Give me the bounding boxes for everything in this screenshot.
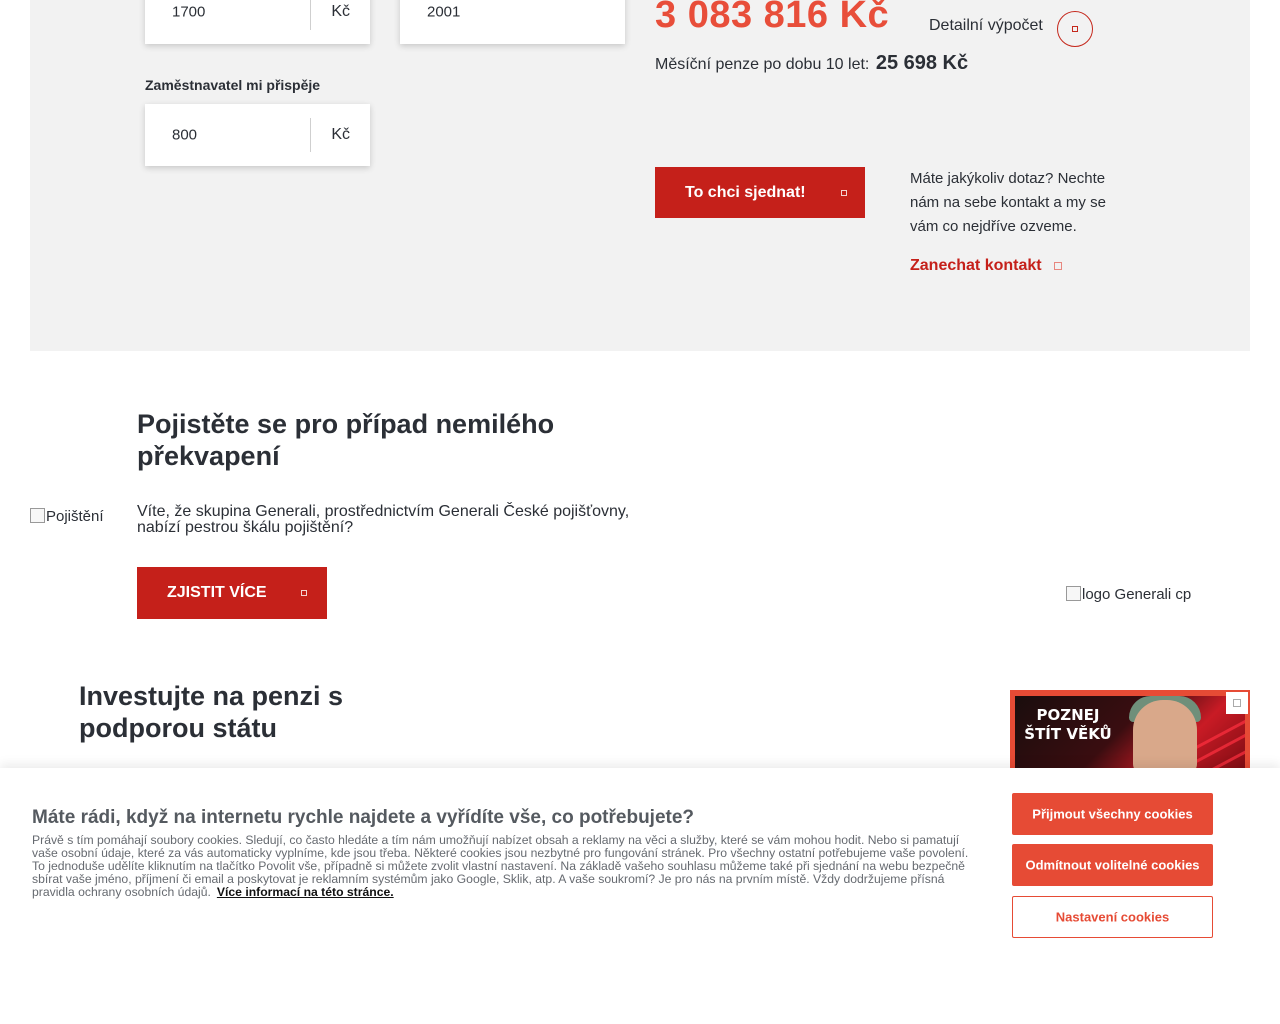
broken-image-icon (1066, 586, 1081, 601)
cookie-description: Právě s tím pomáhají soubory cookies. Sl… (32, 834, 972, 899)
reject-optional-cookies-label: Odmítnout volitelné cookies (1025, 857, 1200, 873)
cookie-settings-label: Nastavení cookies (1055, 909, 1170, 925)
arrow-icon (301, 590, 307, 596)
cookie-consent-bar: Máte rádi, když na internetu rychle najd… (0, 768, 1280, 1024)
birth-year-field[interactable]: 2001 (400, 0, 625, 44)
detail-calculation-button[interactable] (1057, 11, 1093, 47)
promo-text: POZNEJ ŠTÍT VĚKŮ (1024, 706, 1112, 743)
arrow-icon (841, 189, 847, 196)
cookie-text: Právě s tím pomáhají soubory cookies. Sl… (32, 833, 969, 899)
my-contribution-value: 1700 (172, 3, 206, 21)
sign-up-button-label: To chci sjednat! (685, 183, 806, 201)
field-divider (310, 0, 311, 30)
insurance-heading: Pojistěte se pro případ nemilého překvap… (137, 409, 555, 471)
insurance-image-alt: Pojištění (46, 508, 104, 525)
close-icon (1233, 699, 1241, 707)
learn-more-button-label: ZJISTIT VÍCE (167, 584, 267, 601)
investment-heading: Investujte na penzi s podporou státu (79, 681, 344, 743)
sign-up-button[interactable]: To chci sjednat! (655, 167, 865, 218)
insurance-description: Víte, že skupina Generali, prostřednictv… (137, 503, 630, 536)
currency-unit: Kč (331, 3, 350, 20)
birth-year-value: 2001 (427, 3, 461, 21)
person-illustration (1133, 700, 1197, 770)
promo-close-button[interactable] (1226, 692, 1248, 714)
cookie-settings-button[interactable]: Nastavení cookies (1012, 896, 1213, 938)
cookie-title: Máte rádi, když na internetu rychle najd… (32, 807, 695, 828)
total-savings-amount: 3 083 816 Kč (655, 0, 890, 36)
promo-banner[interactable]: POZNEJ ŠTÍT VĚKŮ (1010, 690, 1250, 770)
detail-calculation-link[interactable]: Detailní výpočet (929, 17, 1043, 35)
monthly-pension: Měsíční penze po dobu 10 let: 25 698 Kč (655, 52, 968, 75)
contact-prompt: Máte jakýkoliv dotaz? Nechte nám na sebe… (910, 170, 1106, 235)
employer-contribution-field[interactable]: 800 Kč (145, 104, 370, 166)
generali-logo: logo Generali cp (1066, 586, 1191, 603)
leave-contact-link[interactable]: Zanechat kontakt (910, 257, 1062, 275)
insurance-image: Pojištění (30, 508, 104, 525)
employer-contribution-value: 800 (172, 126, 198, 144)
field-divider (310, 118, 311, 152)
leave-contact-label: Zanechat kontakt (910, 257, 1042, 274)
arrow-icon (1072, 26, 1078, 32)
accept-all-cookies-label: Přijmout všechny cookies (1032, 806, 1193, 822)
arrow-icon (1053, 261, 1062, 270)
generali-logo-alt: logo Generali cp (1082, 586, 1192, 603)
broken-image-icon (30, 508, 45, 523)
accept-all-cookies-button[interactable]: Přijmout všechny cookies (1012, 793, 1213, 835)
currency-unit: Kč (331, 126, 350, 143)
cookie-more-info-link[interactable]: Více informací na této stránce. (217, 885, 394, 899)
promo-banner-image: POZNEJ ŠTÍT VĚKŮ (1015, 696, 1245, 770)
learn-more-button[interactable]: ZJISTIT VÍCE (137, 567, 327, 619)
employer-contribution-label: Zaměstnavatel mi přispěje (145, 77, 321, 93)
monthly-pension-label: Měsíční penze po dobu 10 let: (655, 56, 870, 73)
reject-optional-cookies-button[interactable]: Odmítnout volitelné cookies (1012, 844, 1213, 886)
monthly-pension-amount: 25 698 Kč (875, 52, 969, 74)
my-contribution-field[interactable]: 1700 Kč (145, 0, 370, 44)
